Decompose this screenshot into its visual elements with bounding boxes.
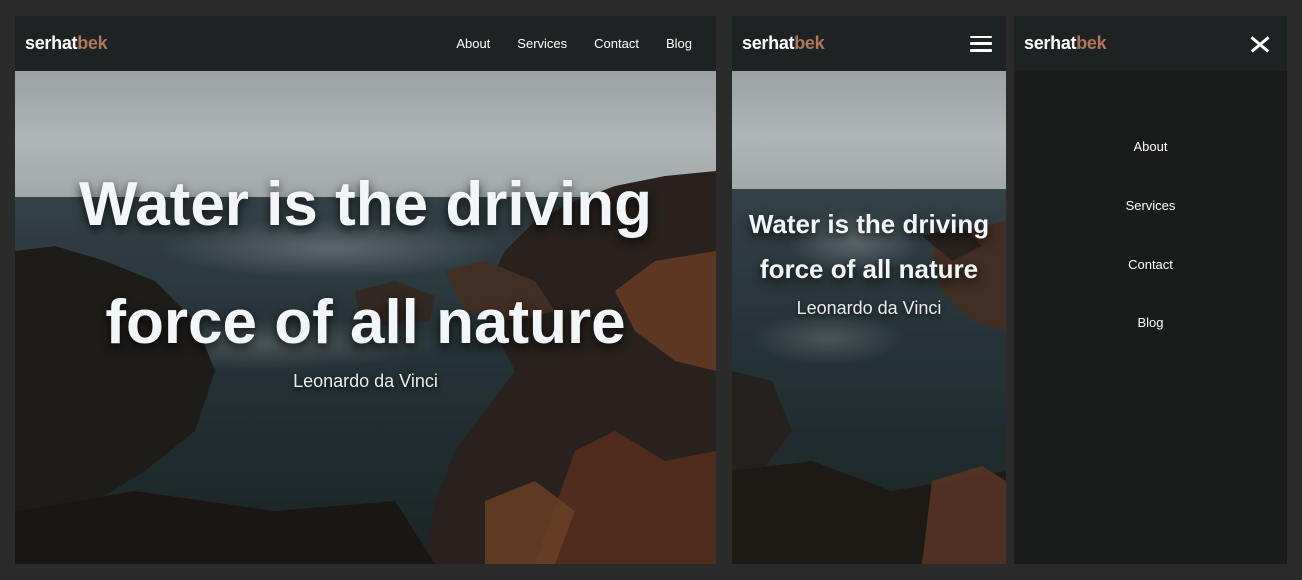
brand-logo[interactable]: serhatbek xyxy=(742,33,825,54)
hero-author: Leonardo da Vinci xyxy=(796,298,942,318)
brand-part2: bek xyxy=(794,33,825,53)
nav-item-contact[interactable]: Contact xyxy=(594,36,639,51)
brand-part1: serhat xyxy=(742,33,795,53)
menu-item-services[interactable]: Services xyxy=(1014,198,1287,213)
mobile-menu-view: serhatbek About Services Contact Blog xyxy=(1014,16,1287,564)
hero-quote-line2: force of all nature xyxy=(105,288,626,357)
mobile-menu-list: About Services Contact Blog xyxy=(1014,71,1287,564)
desktop-view: serhatbek About Services Contact Blog Wa… xyxy=(15,16,716,564)
nav-item-services[interactable]: Services xyxy=(517,36,567,51)
nav-item-blog[interactable]: Blog xyxy=(666,36,692,51)
menu-item-blog[interactable]: Blog xyxy=(1014,315,1287,330)
navbar: serhatbek About Services Contact Blog xyxy=(15,16,716,71)
hero-quote-line1: Water is the driving xyxy=(748,209,990,239)
brand-part2: bek xyxy=(1076,33,1107,53)
nav-item-about[interactable]: About xyxy=(456,36,490,51)
hero-author: Leonardo da Vinci xyxy=(293,371,438,391)
mobile-navbar: serhatbek xyxy=(732,16,1006,71)
mobile-view: serhatbek Water is the driving force of … xyxy=(732,16,1006,564)
close-icon[interactable] xyxy=(1249,33,1271,55)
hero-quote-line2: force of all nature xyxy=(759,254,979,284)
menu-item-about[interactable]: About xyxy=(1014,139,1287,154)
hamburger-icon[interactable] xyxy=(970,35,992,52)
brand-logo[interactable]: serhatbek xyxy=(1024,33,1107,54)
nav-links: About Services Contact Blog xyxy=(456,36,706,51)
brand-part1: serhat xyxy=(25,33,78,53)
menu-item-contact[interactable]: Contact xyxy=(1014,257,1287,272)
mobile-navbar: serhatbek xyxy=(1014,16,1287,71)
hero-quote: Water is the driving force of all nature xyxy=(15,146,716,382)
hero-quote: Water is the driving force of all nature xyxy=(732,202,1006,292)
hero-quote-line1: Water is the driving xyxy=(78,170,652,239)
brand-logo[interactable]: serhatbek xyxy=(25,33,108,54)
brand-part1: serhat xyxy=(1024,33,1077,53)
brand-part2: bek xyxy=(77,33,108,53)
